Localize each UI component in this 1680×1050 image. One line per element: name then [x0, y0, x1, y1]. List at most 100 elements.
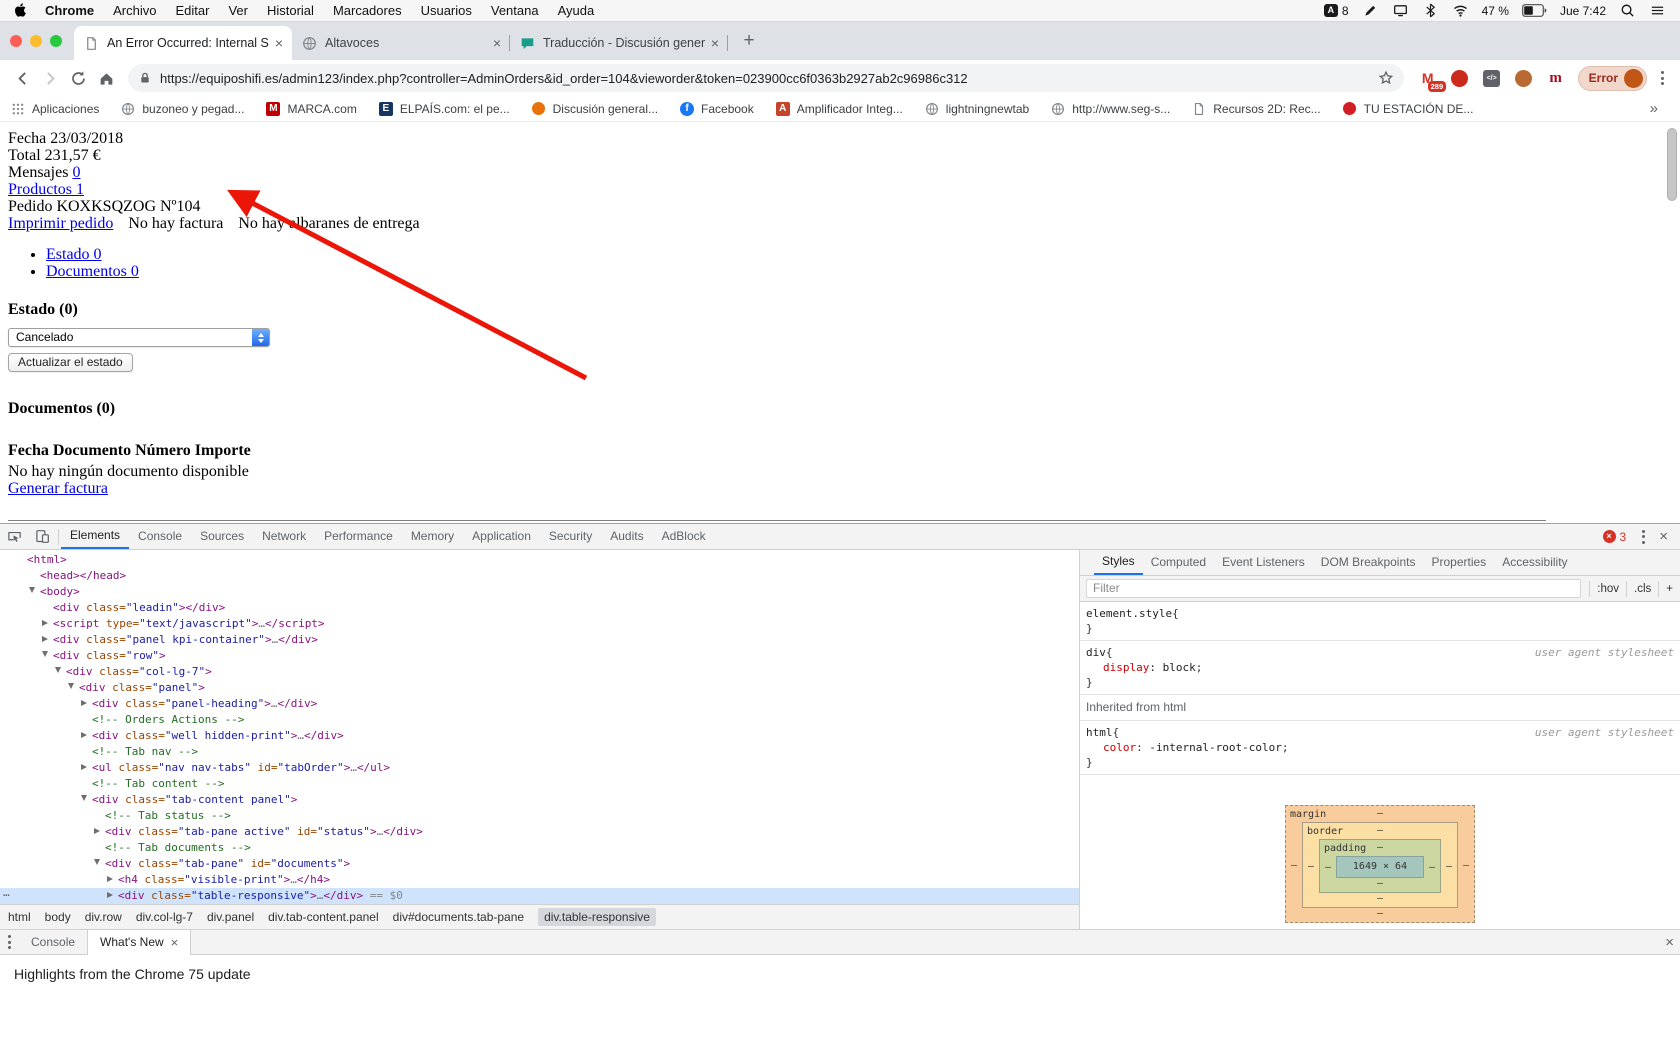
devtools-close-button[interactable]: ×: [1653, 528, 1674, 545]
tab-close-button[interactable]: ×: [711, 36, 719, 50]
dom-tree-node[interactable]: <div class="tab-content panel">: [0, 792, 1079, 808]
sidebar-tab-event-listeners[interactable]: Event Listeners: [1214, 550, 1313, 575]
dom-tree-node[interactable]: <body>: [0, 584, 1079, 600]
bluetooth-icon[interactable]: [1422, 3, 1439, 18]
devtools-tab-security[interactable]: Security: [540, 524, 601, 549]
toggle-element-classes[interactable]: .cls: [1626, 580, 1658, 597]
status-select[interactable]: Cancelado: [8, 328, 270, 347]
dom-tree-node[interactable]: <div class="tab-pane" id="documents">: [0, 856, 1079, 872]
styles-filter-input[interactable]: Filter: [1086, 579, 1582, 598]
dom-tree-node[interactable]: <ul class="nav nav-tabs" id="tabOrder">……: [0, 760, 1079, 776]
expander-arrow-icon[interactable]: [29, 584, 40, 600]
page-link[interactable]: Productos 1: [8, 181, 84, 198]
drawer-close-button[interactable]: ×: [1659, 934, 1680, 951]
dom-tree-node[interactable]: <!-- Tab status -->: [0, 808, 1079, 824]
new-style-rule-button[interactable]: +: [1658, 580, 1680, 597]
dom-tree-node[interactable]: <script type="text/javascript">…</script…: [0, 616, 1079, 632]
drawer-tab-close-button[interactable]: ×: [171, 930, 179, 955]
bookmarks-overflow-chevron[interactable]: »: [1650, 100, 1670, 117]
css-rule[interactable]: element.style {}: [1080, 602, 1680, 641]
bookmark-facebook[interactable]: f Facebook: [679, 101, 754, 117]
page-link[interactable]: Documentos 0: [46, 263, 139, 280]
bookmark-marca-com[interactable]: M MARCA.com: [265, 101, 357, 117]
devtools-tab-performance[interactable]: Performance: [315, 524, 402, 549]
dom-tree-node[interactable]: <h4 class="visible-print">…</h4>: [0, 872, 1079, 888]
dom-tree-node[interactable]: <!-- Tab documents -->: [0, 840, 1079, 856]
browser-tab-traducci-n-discusi-n-genera[interactable]: Traducción - Discusión genera ×: [510, 26, 728, 60]
dom-tree-node[interactable]: <div class="panel kpi-container">…</div>: [0, 632, 1079, 648]
browser-menu-icon[interactable]: [1653, 71, 1672, 85]
sidebar-tab-accessibility[interactable]: Accessibility: [1494, 550, 1575, 575]
devtools-tab-elements[interactable]: Elements: [61, 524, 130, 549]
dom-tree-node[interactable]: <!-- Tab content -->: [0, 776, 1079, 792]
bookmark-aplicaciones[interactable]: Aplicaciones: [10, 101, 99, 117]
menu-marcadores[interactable]: Marcadores: [333, 3, 402, 18]
breadcrumb-item[interactable]: html: [8, 910, 31, 924]
drawer-tab-console[interactable]: Console: [19, 930, 87, 955]
bookmark-discusi-n-general[interactable]: Discusión general...: [531, 101, 658, 117]
spotlight-icon[interactable]: [1619, 3, 1636, 18]
expander-arrow-icon[interactable]: [42, 648, 53, 664]
menu-editar[interactable]: Editar: [175, 3, 209, 18]
menu-usuarios[interactable]: Usuarios: [421, 3, 472, 18]
new-tab-button[interactable]: +: [736, 28, 762, 54]
wifi-icon[interactable]: [1452, 3, 1469, 18]
devtools-tab-application[interactable]: Application: [463, 524, 540, 549]
close-window-button[interactable]: [10, 35, 22, 47]
devtools-tab-console[interactable]: Console: [129, 524, 191, 549]
breadcrumb-item[interactable]: div.panel: [207, 910, 254, 924]
bookmark-star-icon[interactable]: [1378, 70, 1394, 86]
adblock-extension-icon[interactable]: [1448, 66, 1472, 90]
reload-button[interactable]: [64, 64, 92, 92]
menu-ventana[interactable]: Ventana: [491, 3, 539, 18]
dom-tree-node[interactable]: <html>: [0, 552, 1079, 568]
expander-arrow-icon[interactable]: [107, 872, 118, 888]
menu-ver[interactable]: Ver: [228, 3, 248, 18]
dom-tree-node[interactable]: <!-- Orders Actions -->: [0, 712, 1079, 728]
stylus-icon[interactable]: [1362, 3, 1379, 18]
dom-tree-node[interactable]: <div class="tab-pane active" id="status"…: [0, 824, 1079, 840]
menu-ayuda[interactable]: Ayuda: [558, 3, 595, 18]
dom-tree-node[interactable]: <div class="well hidden-print">…</div>: [0, 728, 1079, 744]
css-property[interactable]: display: block;: [1086, 660, 1674, 675]
page-scrollbar[interactable]: [1667, 128, 1677, 201]
dom-tree-node[interactable]: <div class="panel-heading">…</div>: [0, 696, 1079, 712]
error-count[interactable]: 3: [1620, 530, 1627, 544]
minimize-window-button[interactable]: [30, 35, 42, 47]
page-link[interactable]: Imprimir pedido: [8, 215, 113, 232]
css-rule[interactable]: div {user agent stylesheet display: block…: [1080, 641, 1680, 695]
expander-arrow-icon[interactable]: [81, 728, 92, 744]
generar-factura-link[interactable]: Generar factura: [8, 480, 108, 497]
bookmark-buzoneo-y-pegad[interactable]: buzoneo y pegad...: [120, 101, 244, 117]
bookmark-http-www-seg-s[interactable]: http://www.seg-s...: [1050, 101, 1170, 117]
bookmark-recursos-2d-rec[interactable]: Recursos 2D: Rec...: [1191, 101, 1321, 117]
bookmark-amplificador-integ[interactable]: A Amplificador Integ...: [775, 101, 903, 117]
menu-app-chrome[interactable]: Chrome: [45, 3, 94, 18]
device-toolbar-icon[interactable]: [28, 524, 56, 549]
back-button[interactable]: [8, 64, 36, 92]
inspect-element-icon[interactable]: [0, 524, 28, 549]
code-extension-icon[interactable]: </>: [1480, 66, 1504, 90]
sidebar-tab-styles[interactable]: Styles: [1094, 550, 1143, 575]
forward-button[interactable]: [36, 64, 64, 92]
dom-tree-node[interactable]: <div class="leadin"></div>: [0, 600, 1079, 616]
browser-tab-an-error-occurred-internal-se[interactable]: An Error Occurred: Internal Se ×: [74, 26, 292, 60]
breadcrumb-item[interactable]: div#documents.tab-pane: [393, 910, 524, 924]
notification-center-icon[interactable]: [1649, 3, 1666, 18]
bookmark-elpa-s-com-el-pe[interactable]: E ELPAÍS.com: el pe...: [378, 101, 510, 117]
expander-arrow-icon[interactable]: [55, 664, 66, 680]
devtools-tab-adblock[interactable]: AdBlock: [653, 524, 715, 549]
menu-archivo[interactable]: Archivo: [113, 3, 156, 18]
devtools-tab-audits[interactable]: Audits: [601, 524, 652, 549]
coffee-extension-icon[interactable]: [1512, 66, 1536, 90]
drawer-menu-icon[interactable]: [0, 935, 19, 949]
browser-tab-altavoces[interactable]: Altavoces ×: [292, 26, 510, 60]
display-icon[interactable]: [1392, 3, 1409, 18]
breadcrumb-item[interactable]: div.tab-content.panel: [268, 910, 379, 924]
menu-historial[interactable]: Historial: [267, 3, 314, 18]
bookmark-tu-estaci-n-de[interactable]: TU ESTACIÓN DE...: [1342, 101, 1473, 117]
menubar-clock[interactable]: Jue 7:42: [1560, 4, 1606, 18]
sidebar-tab-dom-breakpoints[interactable]: DOM Breakpoints: [1313, 550, 1424, 575]
devtools-tab-sources[interactable]: Sources: [191, 524, 253, 549]
dom-tree-node[interactable]: … <div class="table-responsive">…</div> =…: [0, 886, 1079, 904]
